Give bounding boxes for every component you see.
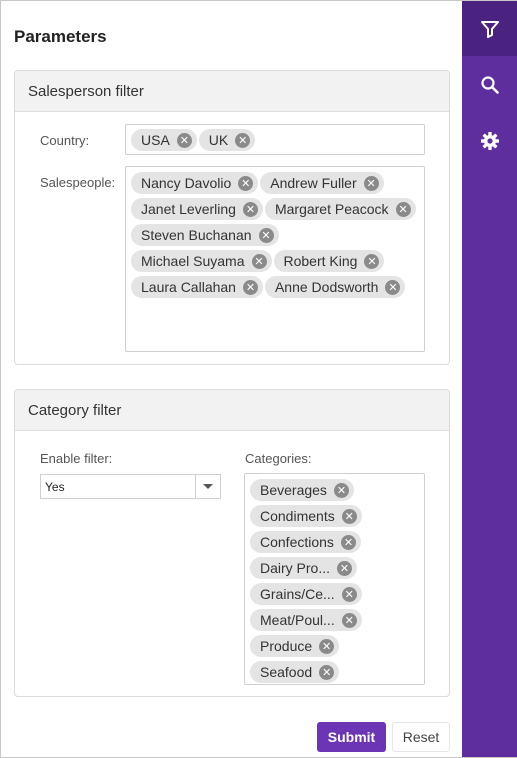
salesperson-tag: Steven Buchanan ✕ — [131, 224, 279, 246]
category-filter-group: Category filter Enable filter: Yes Categ… — [14, 389, 450, 697]
gear-icon — [480, 131, 499, 150]
category-tag: Dairy Pro... ✕ — [250, 557, 358, 579]
reset-button[interactable]: Reset — [392, 722, 450, 752]
salespeople-tagbox[interactable]: Nancy Davolio ✕ Andrew Fuller ✕ Janet Leve… — [125, 166, 425, 352]
salesperson-tag: Michael Suyama ✕ — [131, 250, 272, 272]
tag-label: Margaret Peacock — [274, 201, 389, 217]
tag-label: Grains/Ce... — [260, 586, 335, 602]
category-filter-header: Category filter — [15, 390, 449, 431]
salesperson-tag: Laura Callahan ✕ — [131, 276, 263, 298]
salesperson-tag: Margaret Peacock ✕ — [264, 198, 416, 220]
categories-tagbox[interactable]: Beverages ✕ Condiments ✕ Confections ✕ Dair… — [244, 473, 425, 685]
categories-label: Categories: — [245, 451, 312, 466]
salespeople-label: Salespeople: — [40, 175, 116, 190]
salesperson-tag: Janet Leverling ✕ — [131, 198, 263, 220]
remove-tag-icon[interactable]: ✕ — [176, 132, 192, 148]
tag-label: Beverages — [260, 482, 327, 498]
dropdown-button[interactable] — [195, 475, 220, 498]
rail-item-settings[interactable] — [462, 113, 517, 168]
filter-icon — [480, 20, 499, 38]
salesperson-tag: Nancy Davolio ✕ — [131, 172, 259, 194]
tag-label: Dairy Pro... — [260, 560, 331, 576]
salesperson-filter-group: Salesperson filter Country: USA ✕ UK ✕ S… — [14, 70, 450, 365]
remove-tag-icon[interactable]: ✕ — [363, 175, 379, 191]
remove-tag-icon[interactable]: ✕ — [341, 508, 357, 524]
salesperson-tag: Robert King ✕ — [273, 250, 385, 272]
salesperson-filter-header: Salesperson filter — [15, 71, 449, 112]
remove-tag-icon[interactable]: ✕ — [235, 132, 251, 148]
tag-label: Michael Suyama — [141, 253, 245, 269]
side-rail — [462, 1, 517, 757]
remove-tag-icon[interactable]: ✕ — [364, 253, 380, 269]
salesperson-tag: Andrew Fuller ✕ — [260, 172, 384, 194]
remove-tag-icon[interactable]: ✕ — [337, 560, 353, 576]
category-tag: Beverages ✕ — [250, 479, 354, 501]
search-icon — [480, 75, 499, 94]
remove-tag-icon[interactable]: ✕ — [340, 534, 356, 550]
tag-label: Confections — [260, 534, 334, 550]
country-tagbox[interactable]: USA ✕ UK ✕ — [125, 124, 425, 155]
parameters-window: Parameters Salesperson filter Country: U… — [0, 0, 517, 758]
salesperson-tag: Anne Dodsworth ✕ — [264, 276, 406, 298]
tag-label: USA — [141, 132, 170, 148]
remove-tag-icon[interactable]: ✕ — [242, 279, 258, 295]
tag-label: UK — [208, 132, 229, 148]
submit-button[interactable]: Submit — [317, 722, 386, 752]
remove-tag-icon[interactable]: ✕ — [333, 482, 349, 498]
enable-filter-label: Enable filter: — [40, 451, 113, 466]
tag-label: Condiments — [260, 508, 335, 524]
country-label: Country: — [40, 133, 90, 148]
country-tag: USA ✕ — [131, 129, 197, 151]
enable-filter-select[interactable]: Yes — [40, 474, 221, 499]
enable-filter-value: Yes — [45, 480, 65, 494]
rail-item-search[interactable] — [462, 57, 517, 112]
rail-item-filter[interactable] — [462, 1, 517, 56]
tag-label: Steven Buchanan — [141, 227, 252, 243]
category-tag: Grains/Ce... ✕ — [250, 583, 362, 605]
remove-tag-icon[interactable]: ✕ — [251, 253, 267, 269]
category-tag: Confections ✕ — [250, 531, 361, 553]
remove-tag-icon[interactable]: ✕ — [395, 201, 411, 217]
chevron-down-icon — [203, 484, 213, 489]
remove-tag-icon[interactable]: ✕ — [341, 612, 357, 628]
remove-tag-icon[interactable]: ✕ — [242, 201, 258, 217]
country-tag: UK ✕ — [198, 129, 256, 151]
category-tag: Meat/Poul... ✕ — [250, 609, 362, 631]
remove-tag-icon[interactable]: ✕ — [319, 664, 335, 680]
tag-label: Anne Dodsworth — [274, 279, 379, 295]
tag-label: Meat/Poul... — [260, 612, 335, 628]
tag-label: Seafood — [260, 664, 313, 680]
category-tag: Seafood ✕ — [250, 661, 340, 683]
remove-tag-icon[interactable]: ✕ — [385, 279, 401, 295]
remove-tag-icon[interactable]: ✕ — [341, 586, 357, 602]
category-tag: Condiments ✕ — [250, 505, 362, 527]
remove-tag-icon[interactable]: ✕ — [258, 227, 274, 243]
tag-label: Nancy Davolio — [141, 175, 232, 191]
tag-label: Laura Callahan — [141, 279, 236, 295]
tag-label: Janet Leverling — [141, 201, 236, 217]
category-tag: Produce ✕ — [250, 635, 340, 657]
panel-title: Parameters — [14, 27, 107, 46]
tag-label: Robert King — [283, 253, 358, 269]
remove-tag-icon[interactable]: ✕ — [319, 638, 335, 654]
parameters-panel: Parameters Salesperson filter Country: U… — [1, 1, 462, 757]
tag-label: Produce — [260, 638, 313, 654]
remove-tag-icon[interactable]: ✕ — [238, 175, 254, 191]
tag-label: Andrew Fuller — [270, 175, 357, 191]
